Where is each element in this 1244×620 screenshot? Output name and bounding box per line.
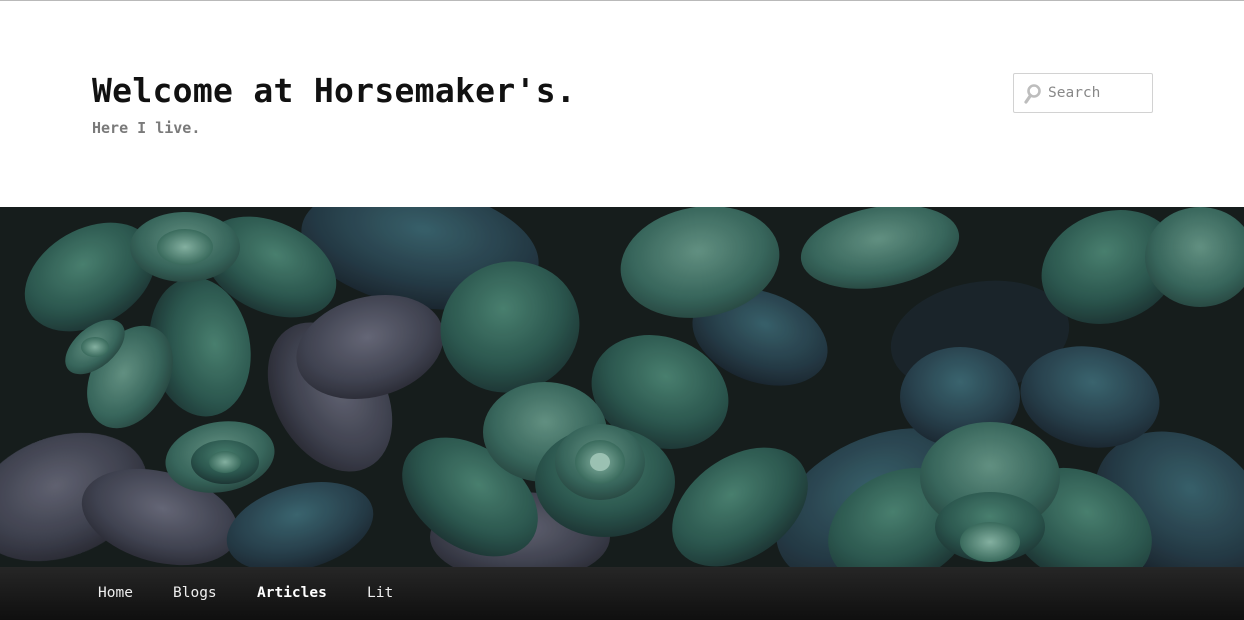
site-title[interactable]: Welcome at Horsemaker's. [92,71,576,110]
search-form[interactable] [1013,73,1153,113]
main-navigation: Home Blogs Articles Lit [0,567,1244,620]
nav-item-home[interactable]: Home [98,585,133,601]
site-tagline: Here I live. [92,119,201,137]
top-border [0,0,1244,1]
nav-item-articles[interactable]: Articles [257,585,327,601]
header-image [0,207,1244,567]
search-input[interactable] [1048,74,1152,112]
nav-item-blogs[interactable]: Blogs [173,585,217,601]
succulents-photo [0,207,1244,567]
search-icon [1023,83,1043,105]
nav-item-lit[interactable]: Lit [367,585,393,601]
